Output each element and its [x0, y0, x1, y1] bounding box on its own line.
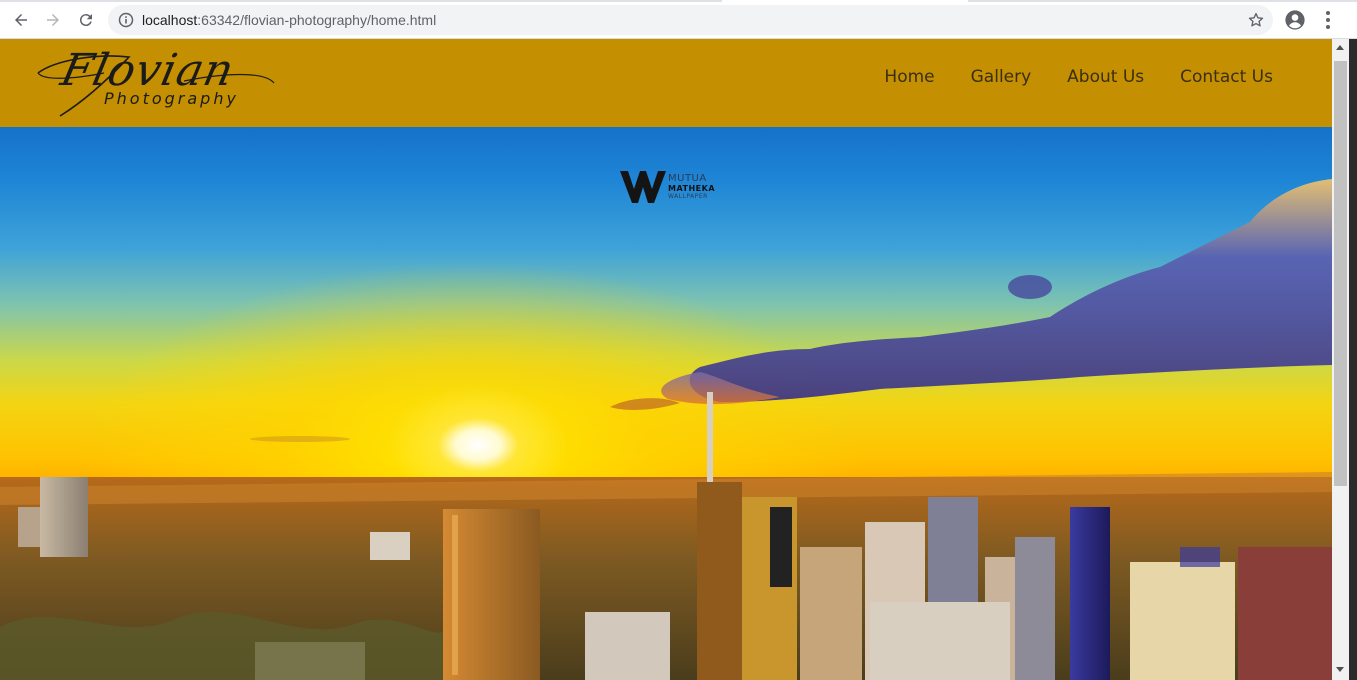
back-arrow-icon [15, 14, 27, 26]
nav-contact-link[interactable]: Contact Us [1180, 67, 1273, 87]
logo-subtitle: Photography [104, 89, 239, 108]
forward-button[interactable] [41, 8, 65, 32]
info-icon[interactable] [118, 12, 134, 28]
url-host: localhost [142, 12, 198, 28]
scroll-down-arrow-icon[interactable] [1336, 667, 1344, 672]
nav-gallery-link[interactable]: Gallery [971, 67, 1032, 87]
browser-toolbar: localhost:63342/flovian-photography/home… [0, 0, 1357, 39]
address-bar[interactable]: localhost:63342/flovian-photography/home… [108, 5, 1273, 35]
star-icon[interactable] [1247, 11, 1265, 29]
profile-icon[interactable] [1284, 9, 1306, 31]
scroll-up-arrow-icon[interactable] [1336, 45, 1344, 50]
site-header: Flovian Photography Home Gallery About U… [0, 39, 1332, 127]
city-skyline [0, 392, 1332, 680]
reload-icon [79, 14, 92, 27]
url-text[interactable]: localhost:63342/flovian-photography/home… [142, 12, 436, 28]
url-path: :63342/flovian-photography/home.html [197, 12, 437, 28]
kebab-menu-icon[interactable] [1318, 9, 1338, 31]
nav-about-link[interactable]: About Us [1067, 67, 1144, 87]
nav-home-link[interactable]: Home [884, 67, 934, 87]
hero-image: MUTUA MATHEKA WALLPAPER [0, 127, 1332, 680]
tab-strip [0, 0, 1357, 2]
active-tab-edge [722, 0, 968, 2]
page-scrollbar[interactable] [1332, 39, 1349, 680]
back-button[interactable] [9, 8, 33, 32]
forward-arrow-icon [47, 14, 59, 26]
page-viewport: Flovian Photography Home Gallery About U… [0, 39, 1332, 680]
scrollbar-thumb[interactable] [1334, 61, 1347, 486]
main-nav: Home Gallery About Us Contact Us [884, 67, 1273, 87]
site-logo[interactable]: Flovian Photography [34, 43, 284, 123]
adjacent-window-edge [1349, 39, 1357, 680]
reload-button[interactable] [74, 8, 98, 32]
